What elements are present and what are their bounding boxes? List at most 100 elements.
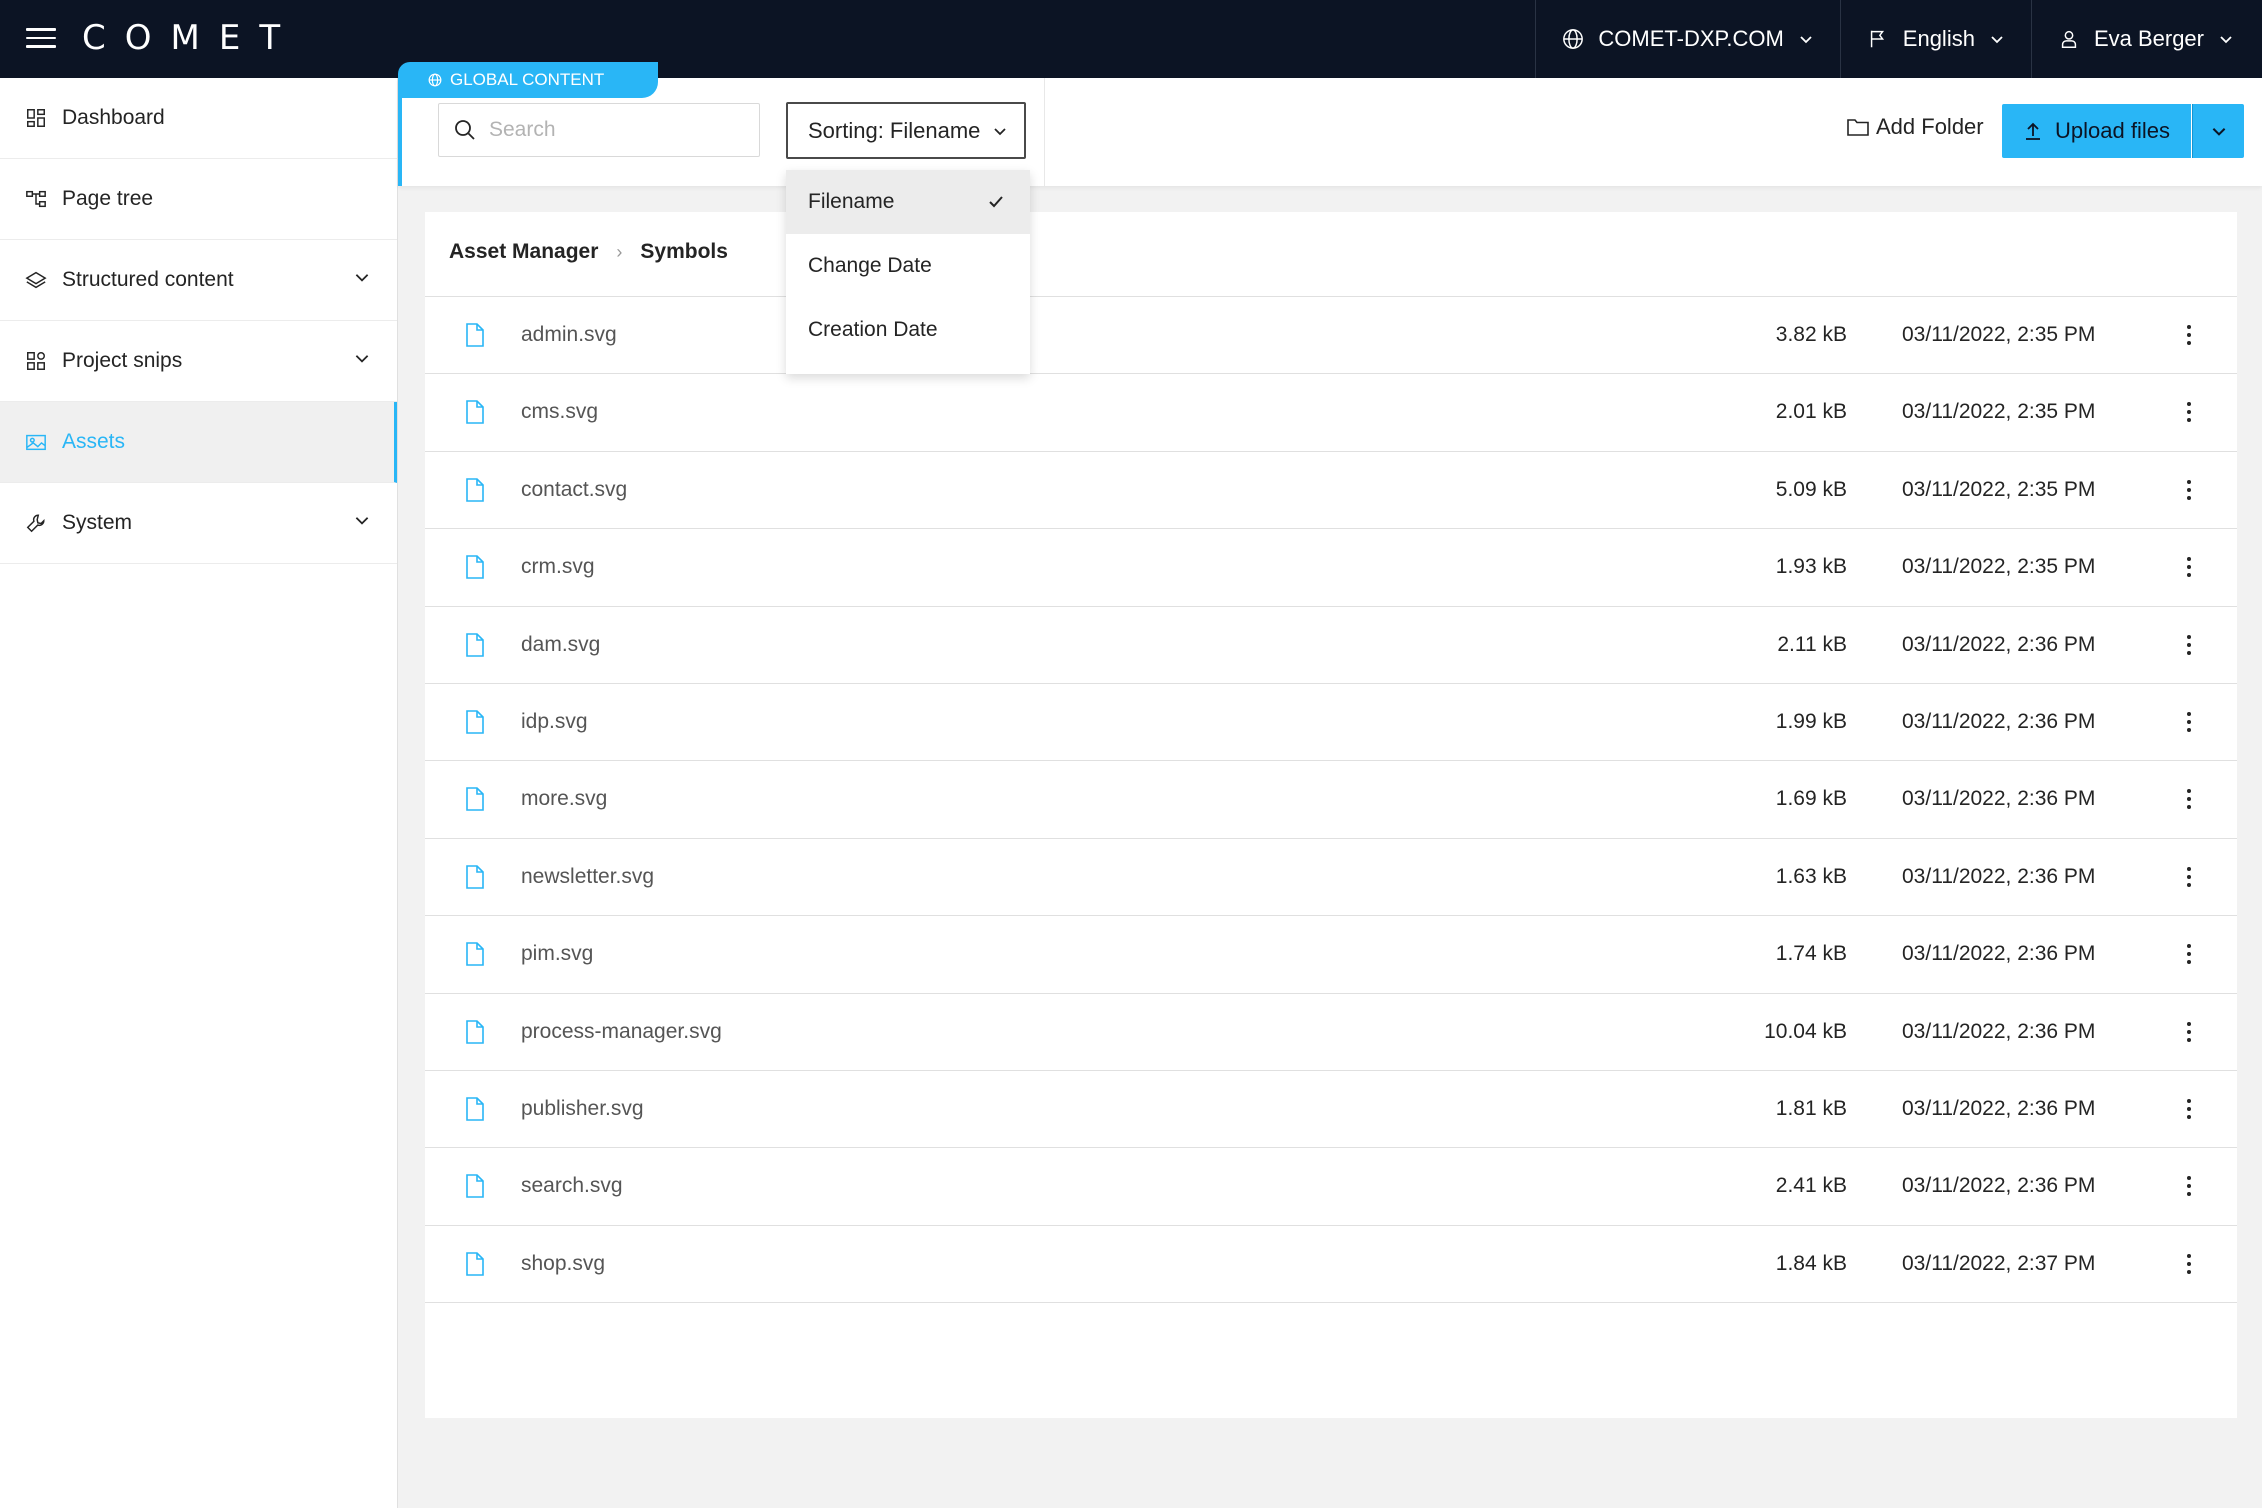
file-size: 2.41 kB [1775, 1174, 1847, 1198]
file-date: 03/11/2022, 2:36 PM [1902, 1096, 2096, 1120]
file-date: 03/11/2022, 2:36 PM [1902, 632, 2096, 656]
more-options-icon[interactable] [2177, 1248, 2201, 1280]
file-icon [465, 1097, 485, 1127]
user-menu[interactable]: Eva Berger [2030, 0, 2262, 78]
sidebar-item-dashboard[interactable]: Dashboard [0, 78, 397, 159]
file-date: 03/11/2022, 2:37 PM [1902, 1251, 2096, 1275]
sidebar-item-page-tree[interactable]: Page tree [0, 159, 397, 240]
file-name: contact.svg [521, 477, 628, 501]
sort-option-label: Creation Date [808, 318, 938, 341]
file-name: publisher.svg [521, 1096, 644, 1120]
file-icon [465, 942, 485, 972]
asset-list-card: Asset Manager › Symbols admin.svg 3.82 kB… [425, 212, 2237, 1418]
file-icon [465, 864, 485, 895]
file-size: 1.93 kB [1775, 555, 1847, 579]
table-row[interactable]: publisher.svg 1.81 kB 03/11/2022, 2:36 PM [425, 1071, 2237, 1149]
file-name: search.svg [521, 1174, 623, 1198]
sorting-select[interactable]: Sorting: Filename [786, 102, 1026, 159]
more-options-icon[interactable] [2177, 396, 2201, 428]
more-options-icon[interactable] [2177, 1093, 2201, 1125]
file-date: 03/11/2022, 2:36 PM [1902, 864, 2096, 888]
table-row[interactable]: pim.svg 1.74 kB 03/11/2022, 2:36 PM [425, 916, 2237, 994]
sidebar-item-label: Dashboard [62, 106, 165, 129]
snips-icon [24, 349, 48, 373]
top-bar-controls: COMET-DXP.COM English Eva Berger [1535, 0, 2262, 78]
folder-icon [1847, 119, 1869, 136]
sidebar-item-label: Structured content [62, 268, 234, 291]
file-size: 2.01 kB [1775, 400, 1847, 424]
file-size: 1.69 kB [1775, 787, 1847, 811]
file-icon [465, 1251, 485, 1282]
search-icon [455, 120, 475, 140]
more-options-icon[interactable] [2177, 783, 2201, 815]
file-table: admin.svg 3.82 kB 03/11/2022, 2:35 PM cms.s… [425, 296, 2237, 1304]
chevron-down-icon[interactable] [353, 268, 371, 286]
search-input[interactable] [489, 118, 749, 142]
breadcrumb-symbols[interactable]: Symbols [640, 240, 728, 264]
more-options-icon[interactable] [2177, 1170, 2201, 1202]
chevron-down-icon [2212, 128, 2225, 136]
sidebar-item-structured-content[interactable]: Structured content [0, 240, 397, 321]
top-bar: COMET COMET-DXP.COM English Eva Berger [0, 0, 2262, 78]
file-name: shop.svg [521, 1251, 606, 1275]
more-options-icon[interactable] [2177, 938, 2201, 970]
upload-options-button[interactable] [2192, 104, 2244, 158]
file-size: 10.04 kB [1764, 1019, 1847, 1043]
upload-files-button[interactable]: Upload files [2002, 104, 2191, 158]
table-row[interactable]: cms.svg 2.01 kB 03/11/2022, 2:35 PM [425, 374, 2237, 452]
file-name: process-manager.svg [521, 1019, 722, 1043]
file-name: newsletter.svg [521, 864, 655, 888]
breadcrumb-separator: › [616, 241, 623, 262]
file-icon [465, 400, 485, 430]
file-date: 03/11/2022, 2:36 PM [1902, 1174, 2096, 1198]
app-logo: COMET [82, 18, 300, 58]
sidebar-item-label: Page tree [62, 187, 154, 210]
table-row[interactable]: shop.svg 1.84 kB 03/11/2022, 2:37 PM [425, 1226, 2237, 1304]
table-row[interactable]: contact.svg 5.09 kB 03/11/2022, 2:35 PM [425, 452, 2237, 530]
table-row[interactable]: admin.svg 3.82 kB 03/11/2022, 2:35 PM [425, 297, 2237, 375]
file-size: 2.11 kB [1777, 632, 1847, 656]
search-field[interactable] [438, 103, 760, 157]
sidebar-item-assets[interactable]: Assets [0, 402, 397, 483]
file-date: 03/11/2022, 2:35 PM [1902, 400, 2096, 424]
table-row[interactable]: newsletter.svg 1.63 kB 03/11/2022, 2:36 PM [425, 839, 2237, 917]
table-row[interactable]: crm.svg 1.93 kB 03/11/2022, 2:35 PM [425, 529, 2237, 607]
more-options-icon[interactable] [2177, 474, 2201, 506]
more-options-icon[interactable] [2177, 861, 2201, 893]
sort-option-change-date[interactable]: Change Date [786, 234, 1030, 298]
add-folder-label: Add Folder [1876, 114, 1984, 139]
language-select[interactable]: English [1839, 0, 2031, 78]
more-options-icon[interactable] [2177, 551, 2201, 583]
add-folder-button[interactable]: Add Folder [1846, 114, 1984, 140]
domain-select[interactable]: COMET-DXP.COM [1535, 0, 1839, 78]
page-tree-icon [24, 187, 48, 211]
table-row[interactable]: process-manager.svg 10.04 kB 03/11/2022, 2… [425, 994, 2237, 1071]
sort-option-filename[interactable]: Filename [786, 170, 1030, 234]
file-name: cms.svg [521, 400, 599, 424]
more-options-icon[interactable] [2177, 1016, 2201, 1048]
sort-option-creation-date[interactable]: Creation Date [786, 298, 1030, 362]
check-icon [989, 196, 1003, 208]
sidebar-item-system[interactable]: System [0, 483, 397, 564]
file-size: 1.84 kB [1775, 1251, 1847, 1275]
table-row[interactable]: dam.svg 2.11 kB 03/11/2022, 2:36 PM [425, 607, 2237, 684]
flag-icon [1870, 30, 1884, 48]
file-size: 5.09 kB [1775, 477, 1847, 501]
breadcrumb-asset-manager[interactable]: Asset Manager [449, 240, 598, 264]
file-size: 1.99 kB [1775, 709, 1847, 733]
more-options-icon[interactable] [2177, 706, 2201, 738]
file-icon [465, 1174, 485, 1204]
more-options-icon[interactable] [2177, 629, 2201, 661]
sidebar-item-project-snips[interactable]: Project snips [0, 321, 397, 402]
table-row[interactable]: more.svg 1.69 kB 03/11/2022, 2:36 PM [425, 761, 2237, 839]
chevron-down-icon [2220, 36, 2232, 44]
table-row[interactable]: idp.svg 1.99 kB 03/11/2022, 2:36 PM [425, 684, 2237, 762]
menu-icon[interactable] [26, 28, 56, 50]
sorting-label: Sorting: Filename [808, 117, 981, 143]
chevron-down-icon[interactable] [353, 349, 371, 367]
wrench-icon [24, 511, 48, 535]
table-row[interactable]: search.svg 2.41 kB 03/11/2022, 2:36 PM [425, 1148, 2237, 1226]
chevron-down-icon[interactable] [353, 511, 371, 529]
file-size: 3.82 kB [1775, 323, 1847, 346]
more-options-icon[interactable] [2177, 319, 2201, 351]
